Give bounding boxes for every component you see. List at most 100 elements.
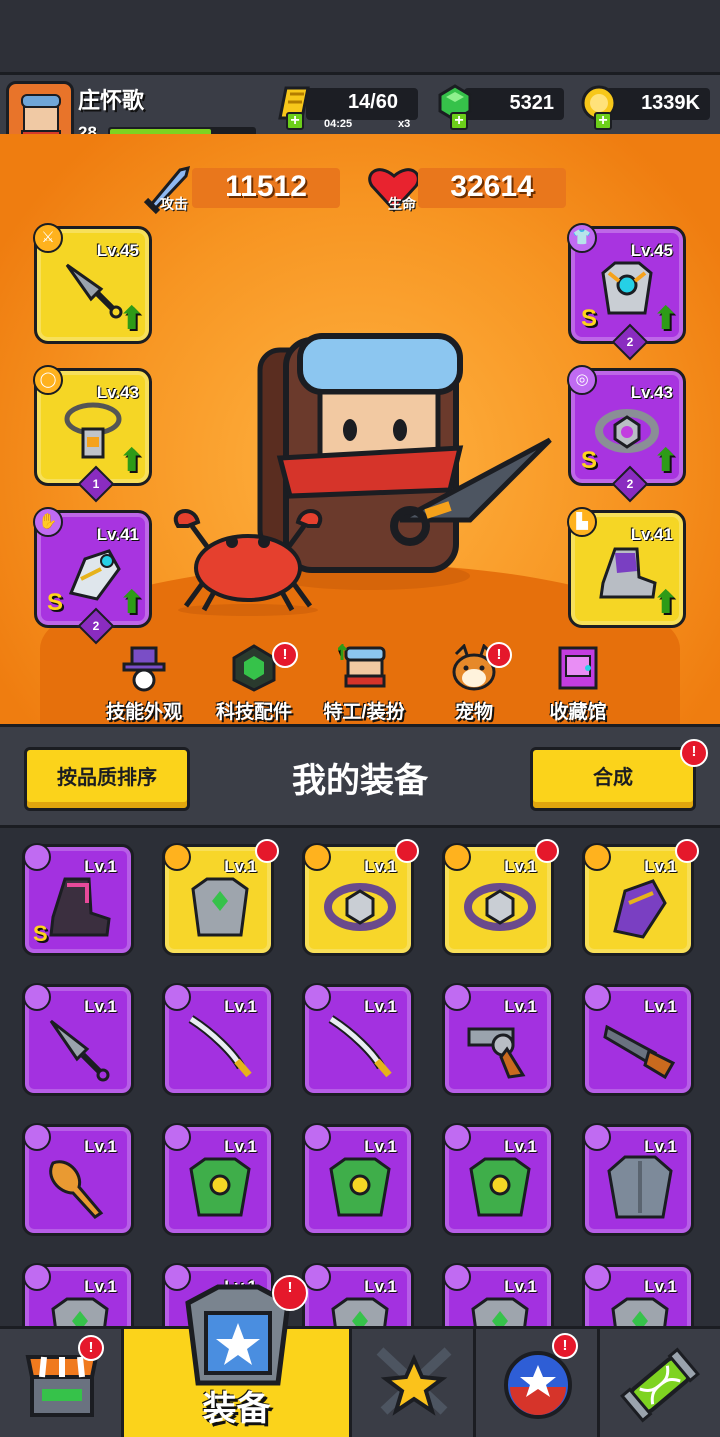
shotgun-category-icon bbox=[583, 983, 611, 1011]
armor-category-icon bbox=[163, 843, 191, 871]
gem-value: 5321 bbox=[509, 92, 555, 114]
energy-value: 14/60 bbox=[347, 91, 398, 113]
s-rank-badge: S bbox=[47, 589, 64, 616]
inventory-item[interactable]: Lv.1 bbox=[582, 983, 694, 1096]
energy-timer: 04:25 bbox=[324, 118, 353, 130]
inventory-item[interactable]: Lv.1 bbox=[162, 983, 274, 1096]
kunai-icon bbox=[49, 1019, 110, 1082]
inventory-item[interactable]: Lv.1 S bbox=[22, 843, 134, 956]
katana-icon bbox=[328, 1015, 392, 1078]
inventory-item[interactable]: Lv.1 bbox=[302, 1123, 414, 1236]
inventory-item[interactable]: Lv.1 bbox=[442, 1263, 554, 1326]
inventory-item[interactable]: Lv.1 bbox=[582, 1123, 694, 1236]
nav-agent-outfit[interactable]: 特工/装扮 bbox=[314, 642, 414, 724]
star-count-badge: 2 bbox=[611, 465, 649, 503]
add-energy-button[interactable]: + bbox=[286, 112, 304, 130]
necklace-category-icon: ◯ bbox=[33, 365, 63, 395]
armor-icon bbox=[331, 1297, 389, 1326]
display-case-icon bbox=[558, 646, 598, 690]
katana-category-icon bbox=[163, 983, 191, 1011]
inventory-item[interactable]: Lv.1 bbox=[582, 1263, 694, 1326]
alert-badge: ! bbox=[272, 642, 298, 668]
leaf-armor-category-icon bbox=[303, 1123, 331, 1151]
gauntlet-icon bbox=[68, 549, 121, 601]
merge-button[interactable]: 合成 bbox=[530, 747, 696, 811]
hp-label: 生命 bbox=[388, 196, 416, 212]
tab-lab[interactable] bbox=[600, 1329, 720, 1437]
leaf-armor-category-icon bbox=[443, 1123, 471, 1151]
nav-collection[interactable]: 收藏馆 bbox=[528, 644, 628, 724]
coin-value: 1339K bbox=[641, 92, 700, 114]
inventory-item[interactable]: Lv.1 bbox=[22, 983, 134, 1096]
belt-icon bbox=[324, 883, 396, 931]
armor-icon bbox=[611, 1297, 669, 1326]
coin-counter[interactable]: 1339K bbox=[606, 88, 710, 120]
inventory-item[interactable]: Lv.1 bbox=[302, 839, 419, 956]
katana-category-icon bbox=[303, 983, 331, 1011]
character-stage: 11512 攻击 32614 生命 ⚔ Lv.45 ⬆ ◯ Lv.43 ⬆ 1 … bbox=[0, 134, 720, 734]
slot-armor[interactable]: 👕 Lv.45 S ⬆ 2 bbox=[567, 223, 686, 361]
tab-talents[interactable]: ! bbox=[476, 1329, 600, 1437]
inventory-item[interactable]: Lv.1 bbox=[442, 1123, 554, 1236]
slot-gloves[interactable]: ✋ Lv.41 S ⬆ 2 bbox=[33, 507, 152, 645]
crab-pet[interactable] bbox=[168, 506, 328, 616]
hp-value: 32614 bbox=[418, 168, 566, 208]
tab-shop[interactable]: ! bbox=[0, 1329, 124, 1437]
nav-skill-skins[interactable]: 技能外观 bbox=[94, 644, 194, 724]
gloves-icon bbox=[613, 879, 667, 939]
inventory-item[interactable]: Lv.1 bbox=[162, 1123, 274, 1236]
belt-icon bbox=[464, 883, 536, 931]
slot-necklace[interactable]: ◯ Lv.43 ⬆ 1 bbox=[33, 365, 152, 503]
tab-battle[interactable] bbox=[352, 1329, 476, 1437]
upgrade-arrow-icon: ⬆ bbox=[118, 442, 145, 478]
inventory-item[interactable]: Lv.1 bbox=[22, 1123, 134, 1236]
armor-category-icon bbox=[443, 1263, 471, 1291]
new-badge bbox=[675, 839, 699, 863]
player-name: 庄怀歌 bbox=[78, 88, 145, 113]
inventory-item[interactable]: Lv.1 bbox=[442, 983, 554, 1096]
tab-equipment-label: 装备 bbox=[202, 1390, 271, 1428]
new-badge bbox=[255, 839, 279, 863]
kunai-category-icon bbox=[23, 983, 51, 1011]
leaf-armor-icon bbox=[469, 1157, 531, 1217]
upgrade-arrow-icon: ⬆ bbox=[118, 300, 145, 336]
inventory-item[interactable]: Lv.1 bbox=[582, 839, 699, 956]
add-gems-button[interactable]: + bbox=[450, 112, 468, 130]
attack-label: 攻击 bbox=[160, 196, 188, 212]
inventory-item[interactable]: Lv.1 bbox=[302, 983, 414, 1096]
inventory-header: 按品质排序 我的装备 合成 ! bbox=[0, 724, 720, 828]
plate-armor-category-icon bbox=[583, 1123, 611, 1151]
boots-icon bbox=[49, 877, 111, 937]
s-rank-badge: S bbox=[33, 921, 48, 946]
bat-category-icon bbox=[23, 1123, 51, 1151]
leaf-armor-category-icon bbox=[163, 1123, 191, 1151]
slot-level: Lv.41 bbox=[96, 525, 139, 544]
slot-level: Lv.43 bbox=[96, 383, 139, 402]
add-coins-button[interactable]: + bbox=[594, 112, 612, 130]
s-rank-badge: S bbox=[581, 305, 598, 332]
inventory-item[interactable]: Lv.1 bbox=[162, 839, 279, 956]
slot-belt[interactable]: ◎ Lv.43 S ⬆ 2 bbox=[567, 365, 686, 503]
inventory-item[interactable]: Lv.1 bbox=[442, 839, 559, 956]
armor-icon bbox=[51, 1297, 109, 1326]
energy-counter[interactable]: 14/60 bbox=[306, 88, 418, 120]
revolver-icon bbox=[467, 1027, 526, 1079]
slot-boots[interactable]: ▙ Lv.41 ⬆ bbox=[567, 507, 686, 628]
slot-level: Lv.45 bbox=[96, 241, 139, 260]
leaf-armor-icon bbox=[189, 1157, 251, 1217]
tab-equipment[interactable]: ! 装备 bbox=[124, 1275, 352, 1437]
inventory-item[interactable]: Lv.1 bbox=[22, 1263, 134, 1326]
slot-weapon[interactable]: ⚔ Lv.45 ⬆ bbox=[33, 223, 152, 344]
feature-nav: 技能外观 科技配件 ! 特工/装扮 宠物 ! 收藏馆 bbox=[70, 642, 650, 724]
inventory-grid: Lv.1 S Lv.1 Lv.1 Lv.1 Lv.1 Lv.1 Lv.1 Lv.1 Lv.1 Lv.… bbox=[0, 828, 720, 1326]
sort-by-quality-button[interactable]: 按品质排序 bbox=[24, 747, 190, 811]
alert-badge: ! bbox=[680, 739, 708, 767]
boots-category-icon: ▙ bbox=[567, 507, 597, 537]
nav-pets[interactable]: 宠物 ! bbox=[424, 642, 524, 724]
boots-category-icon bbox=[23, 843, 51, 871]
nav-tech-parts[interactable]: 科技配件 ! bbox=[204, 642, 304, 724]
inventory-item[interactable]: Lv.1 bbox=[302, 1263, 414, 1326]
gem-counter[interactable]: 5321 bbox=[464, 88, 564, 120]
new-badge bbox=[535, 839, 559, 863]
necklace-icon bbox=[64, 402, 122, 459]
